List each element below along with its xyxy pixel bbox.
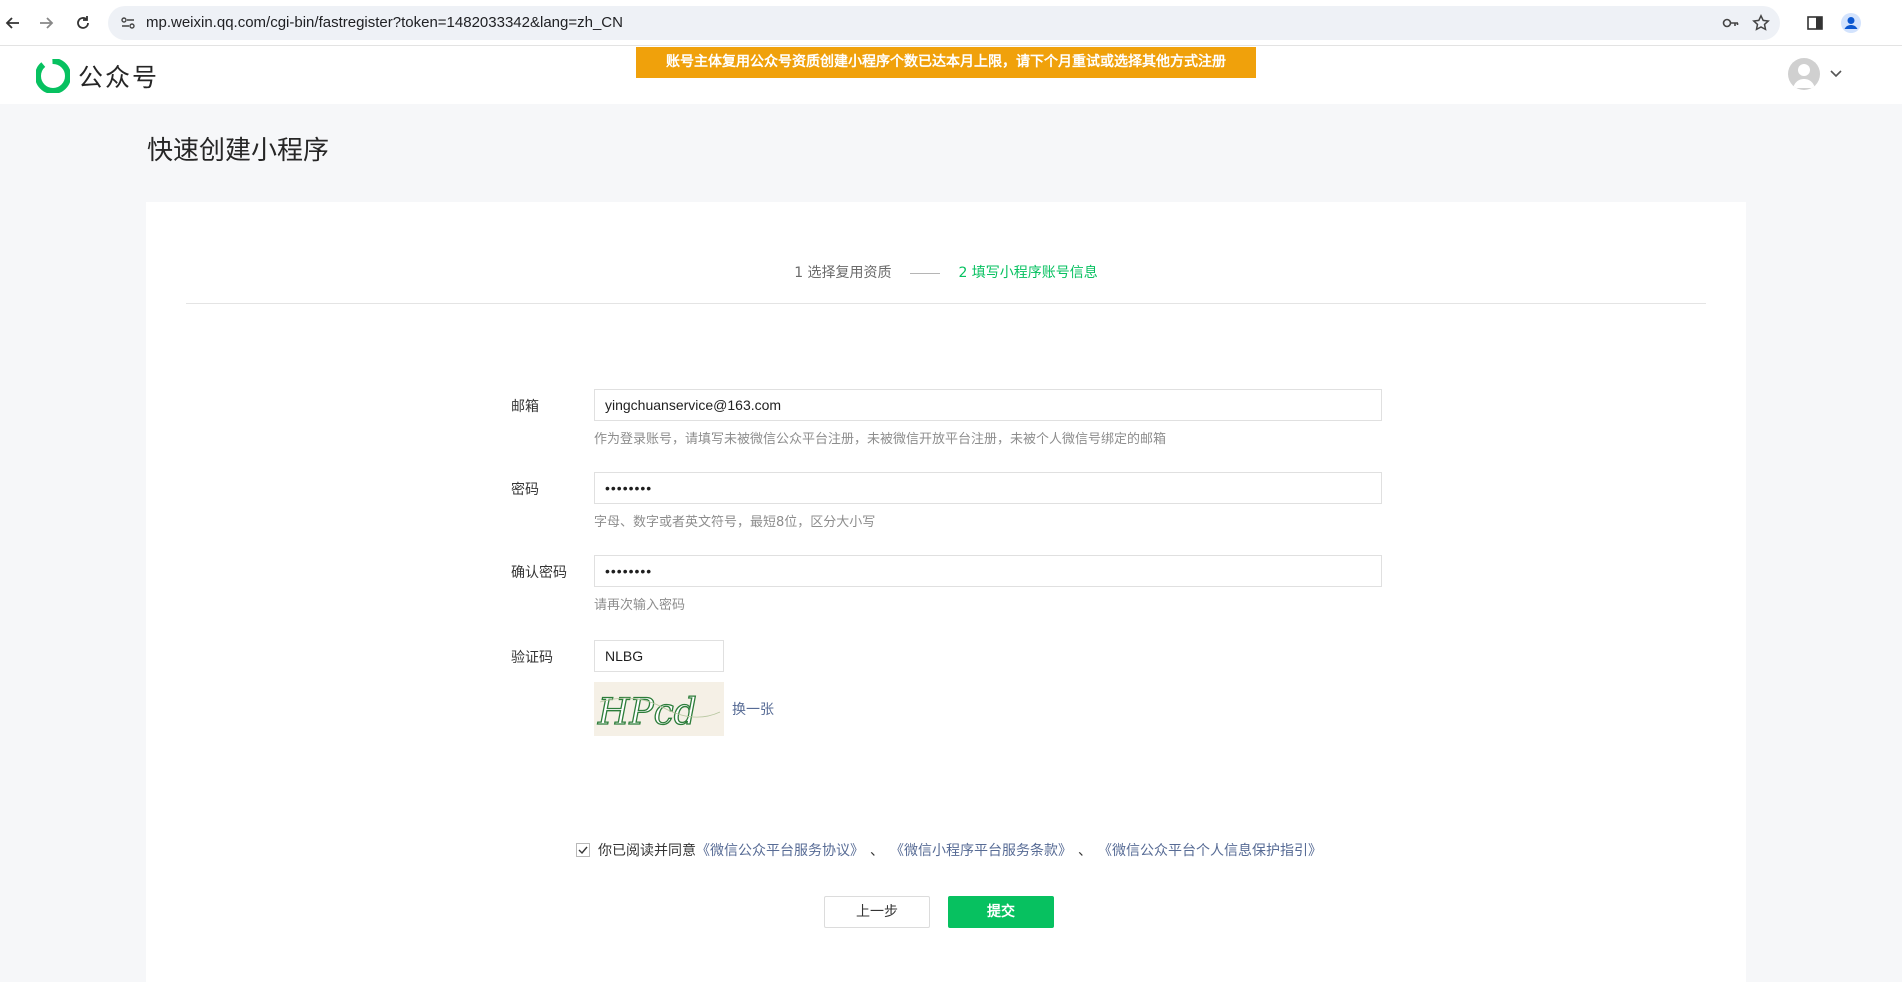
key-icon[interactable] [1720,12,1742,34]
password-hint: 字母、数字或者英文符号，最短8位，区分大小写 [594,515,876,530]
captcha-label: 验证码 [511,650,553,666]
address-bar[interactable]: mp.weixin.qq.com/cgi-bin/fastregister?to… [108,6,1780,40]
checkmark-icon [578,846,588,855]
side-panel-icon[interactable] [1804,12,1826,34]
agreement-link-service[interactable]: 《微信公众平台服务协议》 [696,840,864,860]
page-title: 快速创建小程序 [147,136,330,166]
reload-icon[interactable] [70,10,96,36]
logo-text: 公众号 [78,63,160,92]
url-text[interactable]: mp.weixin.qq.com/cgi-bin/fastregister?to… [146,14,623,31]
confirm-password-hint: 请再次输入密码 [594,598,686,613]
email-hint: 作为登录账号，请填写未被微信公众平台注册，未被微信开放平台注册，未被个人微信号绑… [594,432,1167,447]
agreement-row: 你已阅读并同意 《微信公众平台服务协议》 、 《微信小程序平台服务条款》 、 《… [576,840,1322,860]
captcha-image-text: HPcd [597,692,697,733]
email-field[interactable]: yingchuanservice@163.com [594,389,1382,421]
back-arrow-icon[interactable] [0,10,26,36]
quota-notice-banner: 账号主体复用公众号资质创建小程序个数已达本月上限，请下个月重试或选择其他方式注册 [636,47,1256,78]
wechat-mp-logo-icon [36,59,70,93]
site-header: 公众号 账号主体复用公众号资质创建小程序个数已达本月上限，请下个月重试或选择其他… [0,46,1902,104]
form-card: 1 选择复用资质 2 填写小程序账号信息 邮箱 yingchuanservice… [146,202,1746,982]
avatar[interactable] [1788,58,1820,90]
confirm-password-field[interactable]: •••••••• [594,555,1382,587]
agreement-link-miniprogram[interactable]: 《微信小程序平台服务条款》 [890,840,1072,860]
email-label: 邮箱 [511,399,539,415]
password-field[interactable]: •••••••• [594,472,1382,504]
refresh-captcha-link[interactable]: 换一张 [732,699,774,719]
site-info-icon[interactable] [120,15,136,31]
browser-toolbar: mp.weixin.qq.com/cgi-bin/fastregister?to… [0,0,1902,46]
forward-arrow-icon[interactable] [33,10,59,36]
chevron-down-icon[interactable] [1830,67,1842,81]
agreement-prefix: 你已阅读并同意 [598,843,696,859]
account-menu[interactable] [1788,58,1842,90]
captcha-image[interactable]: HPcd [594,682,724,736]
logo[interactable]: 公众号 [36,58,159,94]
profile-icon[interactable] [1840,12,1862,34]
step-1-label: 1 选择复用资质 [794,265,892,281]
submit-button[interactable]: 提交 [948,896,1054,928]
step-connector [910,272,940,274]
agreement-link-privacy[interactable]: 《微信公众平台个人信息保护指引》 [1098,840,1322,860]
bookmark-star-icon[interactable] [1750,12,1772,34]
password-label: 密码 [511,482,539,498]
divider [186,303,1706,304]
agreement-separator: 、 [870,843,884,859]
step-indicator: 1 选择复用资质 2 填写小程序账号信息 [146,262,1746,282]
back-button[interactable]: 上一步 [824,896,930,928]
agreement-separator: 、 [1078,843,1092,859]
step-2-label: 2 填写小程序账号信息 [958,265,1098,281]
agreement-checkbox[interactable] [576,843,590,857]
confirm-password-label: 确认密码 [511,565,567,581]
captcha-input[interactable]: NLBG [594,640,724,672]
